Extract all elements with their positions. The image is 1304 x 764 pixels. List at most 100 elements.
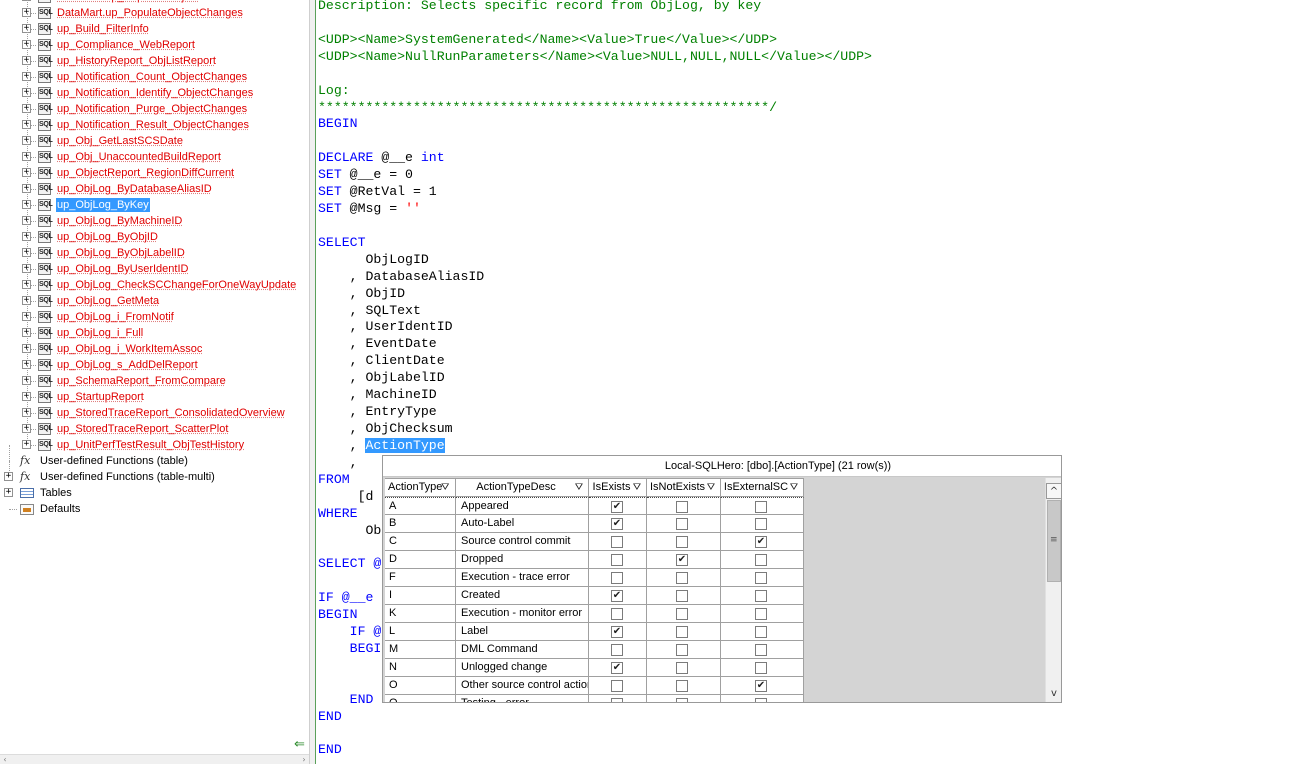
checkbox-unchecked[interactable] <box>611 608 623 620</box>
cell-is-not-exists[interactable] <box>647 569 721 587</box>
expand-plus-icon[interactable]: + <box>4 488 13 497</box>
cell-is-not-exists[interactable] <box>647 623 721 641</box>
scroll-up-arrow-icon[interactable]: ^ <box>1046 483 1061 499</box>
table-row[interactable]: B Auto-Label ✔ <box>385 515 804 533</box>
cell-is-exists[interactable]: ✔ <box>589 497 647 515</box>
cell-is-external-sc[interactable] <box>721 623 804 641</box>
cell-action-type-desc[interactable]: Appeared <box>456 497 589 515</box>
checkbox-unchecked[interactable] <box>611 572 623 584</box>
tree-item-procedure[interactable]: + SQL up_ObjLog_ByDatabaseAliasID <box>0 173 309 197</box>
column-header[interactable]: IsNotExists ⛛ <box>647 478 721 497</box>
tree-item-procedure[interactable]: + SQL up_HistoryReport_ObjListReport <box>0 45 309 69</box>
cell-action-type[interactable]: I <box>385 587 456 605</box>
table-row[interactable]: L Label ✔ <box>385 623 804 641</box>
tree-item-procedure[interactable]: + SQL up_Compliance_WebReport <box>0 29 309 53</box>
tree-item-procedure[interactable]: + SQL up_StoredTraceReport_ConsolidatedOve… <box>0 397 309 421</box>
cell-is-not-exists[interactable] <box>647 587 721 605</box>
checkbox-unchecked[interactable] <box>755 698 767 702</box>
cell-action-type[interactable]: O <box>385 677 456 695</box>
checkbox-unchecked[interactable] <box>611 554 623 566</box>
checkbox-checked[interactable]: ✔ <box>611 590 623 602</box>
checkbox-unchecked[interactable] <box>676 662 688 674</box>
cell-is-exists[interactable]: ✔ <box>589 515 647 533</box>
table-row[interactable]: C Source control commit ✔ <box>385 533 804 551</box>
tree-item-procedure[interactable]: + SQL up_ObjLog_i_FromNotif <box>0 301 309 325</box>
cell-is-not-exists[interactable] <box>647 641 721 659</box>
tree-item-procedure[interactable]: + SQL up_ObjLog_i_Full <box>0 317 309 341</box>
cell-is-not-exists[interactable] <box>647 533 721 551</box>
checkbox-unchecked[interactable] <box>611 536 623 548</box>
back-arrow-icon[interactable]: ⇐ <box>292 737 307 752</box>
cell-is-not-exists[interactable] <box>647 515 721 533</box>
tree-category-function[interactable]: fx + User-defined Functions (table-multi) <box>0 461 309 485</box>
tree-item-procedure[interactable]: + SQL up_Notification_Purge_ObjectChanges <box>0 93 309 117</box>
checkbox-unchecked[interactable] <box>676 608 688 620</box>
table-row[interactable]: F Execution - trace error <box>385 569 804 587</box>
cell-is-exists[interactable] <box>589 695 647 702</box>
scroll-down-arrow-icon[interactable]: v <box>1046 686 1061 702</box>
table-row[interactable]: N Unlogged change ✔ <box>385 659 804 677</box>
cell-is-exists[interactable]: ✔ <box>589 659 647 677</box>
checkbox-unchecked[interactable] <box>611 698 623 702</box>
tree-item-procedure[interactable]: + SQL up_ObjLog_ByObjID <box>0 221 309 245</box>
tree-item-procedure[interactable]: + SQL up_Notification_Identify_ObjectChang… <box>0 77 309 101</box>
cell-action-type-desc[interactable]: Other source control action <box>456 677 589 695</box>
tree-item-procedure[interactable]: + SQL up_ObjLog_ByUserIdentID <box>0 253 309 277</box>
cell-action-type-desc[interactable]: Label <box>456 623 589 641</box>
tree-item-procedure[interactable]: + SQL up_ObjLog_ByObjLabelID <box>0 237 309 261</box>
checkbox-unchecked[interactable] <box>755 626 767 638</box>
tree-item-procedure[interactable]: + SQL up_UnitPerfTestResult_ObjTestHistory <box>0 429 309 453</box>
checkbox-unchecked[interactable] <box>755 590 767 602</box>
cell-is-external-sc[interactable] <box>721 515 804 533</box>
checkbox-unchecked[interactable] <box>611 644 623 656</box>
cell-action-type-desc[interactable]: Auto-Label <box>456 515 589 533</box>
cell-action-type[interactable]: L <box>385 623 456 641</box>
tree-item-procedure[interactable]: + SQL up_Build_FilterInfo <box>0 13 309 37</box>
cell-is-exists[interactable] <box>589 605 647 623</box>
checkbox-unchecked[interactable] <box>676 518 688 530</box>
tree-item-procedure[interactable]: + SQL up_SchemaReport_FromCompare <box>0 365 309 389</box>
checkbox-unchecked[interactable] <box>676 536 688 548</box>
cell-action-type-desc[interactable]: Source control commit <box>456 533 589 551</box>
checkbox-unchecked[interactable] <box>676 572 688 584</box>
tree-item-procedure[interactable]: + SQL up_ObjectReport_RegionDiffCurrent <box>0 157 309 181</box>
cell-is-exists[interactable] <box>589 677 647 695</box>
cell-is-external-sc[interactable]: ✔ <box>721 677 804 695</box>
object-explorer-tree[interactable]: +SQLDataMart.up_PopulateObject+SQLDataMa… <box>0 0 309 764</box>
tree-item-procedure[interactable]: + SQL up_Obj_UnaccountedBuildReport <box>0 141 309 165</box>
filter-icon[interactable]: ⛛ <box>706 482 716 493</box>
cell-action-type[interactable]: A <box>385 497 456 515</box>
cell-is-exists[interactable] <box>589 641 647 659</box>
checkbox-checked[interactable]: ✔ <box>755 536 767 548</box>
checkbox-checked[interactable]: ✔ <box>611 626 623 638</box>
checkbox-unchecked[interactable] <box>755 572 767 584</box>
cell-is-external-sc[interactable] <box>721 641 804 659</box>
cell-is-not-exists[interactable] <box>647 605 721 623</box>
tree-item-procedure[interactable]: + SQL up_Notification_Result_ObjectChanges <box>0 109 309 133</box>
cell-is-not-exists[interactable] <box>647 497 721 515</box>
tree-item-procedure[interactable]: + SQL up_ObjLog_ByKey <box>0 189 309 213</box>
checkbox-unchecked[interactable] <box>676 698 688 702</box>
cell-is-external-sc[interactable] <box>721 497 804 515</box>
checkbox-checked[interactable]: ✔ <box>676 554 688 566</box>
table-row[interactable]: M DML Command <box>385 641 804 659</box>
cell-is-external-sc[interactable] <box>721 659 804 677</box>
tree-item-procedure[interactable]: + SQL up_StartupReport <box>0 381 309 405</box>
cell-action-type-desc[interactable]: Dropped <box>456 551 589 569</box>
tree-item-procedure[interactable]: + SQL up_ObjLog_s_AddDelReport <box>0 349 309 373</box>
table-row[interactable]: D Dropped ✔ <box>385 551 804 569</box>
table-row[interactable]: K Execution - monitor error <box>385 605 804 623</box>
checkbox-unchecked[interactable] <box>611 680 623 692</box>
checkbox-unchecked[interactable] <box>755 501 767 513</box>
column-header[interactable]: IsExternalSC ⛛ <box>721 478 804 497</box>
cell-action-type-desc[interactable]: Execution - monitor error <box>456 605 589 623</box>
filter-icon[interactable]: ⛛ <box>441 482 451 493</box>
tree-horizontal-scrollbar[interactable]: ‹ › <box>0 754 309 764</box>
checkbox-unchecked[interactable] <box>755 518 767 530</box>
expand-plus-icon[interactable]: + <box>22 440 31 449</box>
cell-action-type-desc[interactable]: Testing - error <box>456 695 589 702</box>
checkbox-unchecked[interactable] <box>676 590 688 602</box>
table-row[interactable]: Q Testing - error <box>385 695 804 702</box>
tree-category-defaults[interactable]: Defaults <box>0 501 309 517</box>
checkbox-unchecked[interactable] <box>676 501 688 513</box>
